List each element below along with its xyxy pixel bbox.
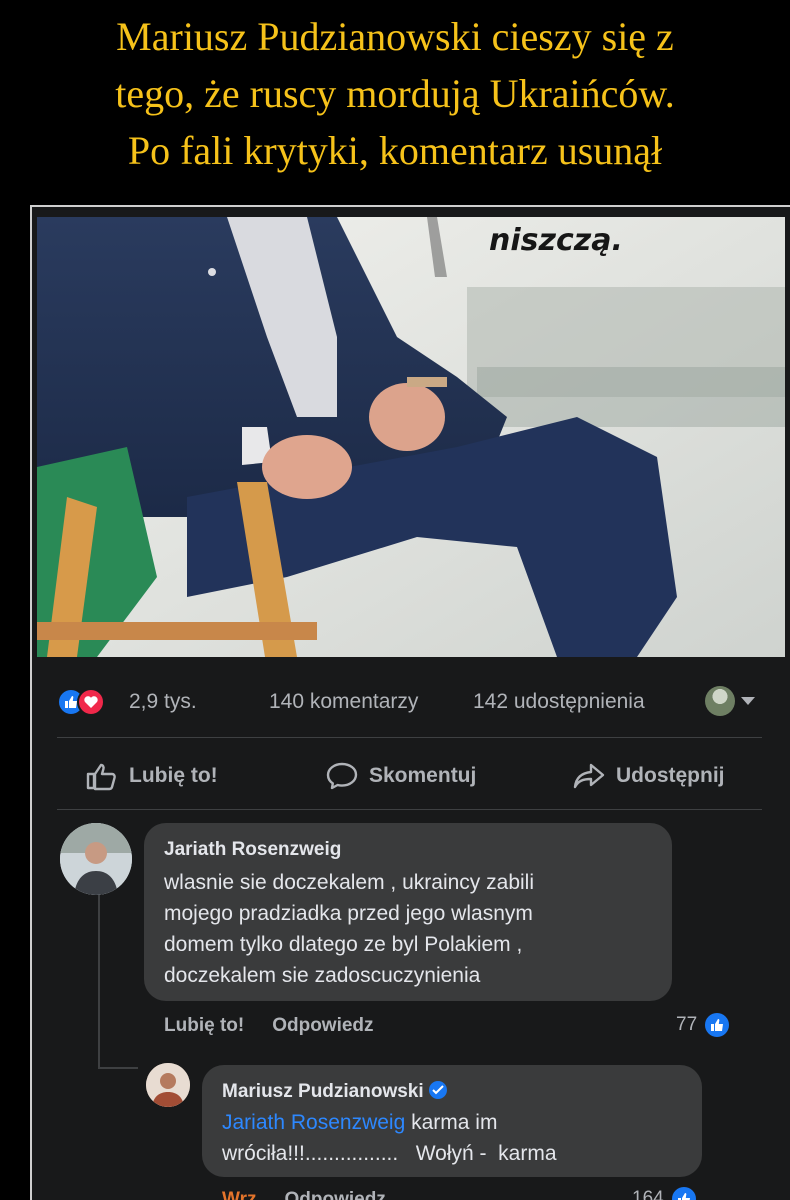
comment-reply-link[interactable]: Odpowiedz <box>272 1015 373 1036</box>
post-actions-bar: Lubię to! Skomentuj Udostępnij <box>57 747 762 805</box>
comment-text-segment: karma im <box>405 1111 498 1134</box>
comment-line: domem tylko dlatego ze byl Polakiem , <box>164 933 523 956</box>
reaction-count[interactable]: 2,9 tys. <box>129 690 197 714</box>
headline-line-2: tego, że ruscy mordują Ukraińców. <box>115 71 675 116</box>
post-photo[interactable]: niszczą. <box>37 217 785 657</box>
comment-line: doczekalem sie zadoscuczynienia <box>164 964 481 987</box>
like-reaction-icon <box>703 1011 732 1039</box>
like-count-value: 164 <box>632 1188 664 1200</box>
comment-author[interactable]: Mariusz Pudzianowski <box>222 1081 447 1103</box>
mention-link[interactable]: Jariath Rosenzweig <box>222 1111 405 1134</box>
comment-button-label: Skomentuj <box>369 764 477 787</box>
viewer-switcher[interactable] <box>705 686 759 718</box>
avatar[interactable] <box>60 823 132 895</box>
shares-count[interactable]: 142 udostępnienia <box>473 690 645 714</box>
thumbs-up-icon <box>86 763 116 791</box>
share-button[interactable]: Udostępnij <box>572 747 725 805</box>
divider <box>57 737 762 738</box>
comment-like-count[interactable]: 164 <box>632 1185 698 1200</box>
comment-like-link[interactable]: Lubię to! <box>164 1015 244 1036</box>
author-name: Mariusz Pudzianowski <box>222 1081 424 1102</box>
viewer-avatar <box>705 686 735 716</box>
share-arrow-icon <box>573 763 605 789</box>
speech-bubble-icon <box>326 762 358 790</box>
profile-photo <box>146 1063 190 1107</box>
comment-bubble: Jariath Rosenzweig wlasnie sie doczekale… <box>144 823 672 1001</box>
comment-actions: Wrz Odpowiedz <box>222 1189 414 1200</box>
thread-line <box>98 1067 138 1069</box>
like-count-value: 77 <box>676 1014 698 1035</box>
comments-count[interactable]: 140 komentarzy <box>269 690 418 714</box>
headline-line-1: Mariusz Pudzianowski cieszy się z <box>116 14 674 59</box>
chevron-down-icon <box>741 697 755 705</box>
facebook-post-screenshot: niszczą. 2,9 tys. 140 komentarzy 142 udo… <box>30 205 790 1200</box>
comment-like-count[interactable]: 77 <box>676 1011 732 1039</box>
profile-photo <box>60 823 132 895</box>
comment-author[interactable]: Jariath Rosenzweig <box>164 839 341 861</box>
reactions-summary[interactable] <box>57 688 123 716</box>
like-reaction-icon <box>669 1185 698 1200</box>
comment-timestamp[interactable]: Wrz <box>222 1189 256 1200</box>
comment-text: wlasnie sie doczekalem , ukraincy zabili… <box>164 867 534 991</box>
comment-line: wlasnie sie doczekalem , ukraincy zabili <box>164 871 534 894</box>
avatar[interactable] <box>146 1063 190 1107</box>
comment-button[interactable]: Skomentuj <box>325 747 476 805</box>
like-button[interactable]: Lubię to! <box>85 747 218 805</box>
thread-line <box>98 889 100 1069</box>
comment-line: Jariath Rosenzweig karma im <box>222 1107 557 1138</box>
comment-reply-link[interactable]: Odpowiedz <box>284 1189 385 1200</box>
verified-badge-icon <box>428 1081 447 1099</box>
headline-line-3: Po fali krytyki, komentarz usunął <box>127 128 663 173</box>
photo-caption: niszczą. <box>489 223 623 258</box>
love-reaction-icon <box>77 688 105 716</box>
comment-text: Jariath Rosenzweig karma im wróciła!!!..… <box>222 1107 557 1169</box>
comment-line: wróciła!!!................ Wołyń - karma <box>222 1142 557 1165</box>
comment-actions: Lubię to! Odpowiedz <box>164 1015 402 1037</box>
like-button-label: Lubię to! <box>129 764 218 787</box>
photo-illustration <box>37 217 785 657</box>
reply-bubble: Mariusz Pudzianowski Jariath Rosenzweig … <box>202 1065 702 1177</box>
comment-line: mojego pradziadka przed jego wlasnym <box>164 902 533 925</box>
post-stats-bar: 2,9 tys. 140 komentarzy 142 udostępnieni… <box>57 684 767 716</box>
headline: Mariusz Pudzianowski cieszy się z tego, … <box>0 8 790 179</box>
share-button-label: Udostępnij <box>616 764 725 787</box>
divider <box>57 809 762 810</box>
